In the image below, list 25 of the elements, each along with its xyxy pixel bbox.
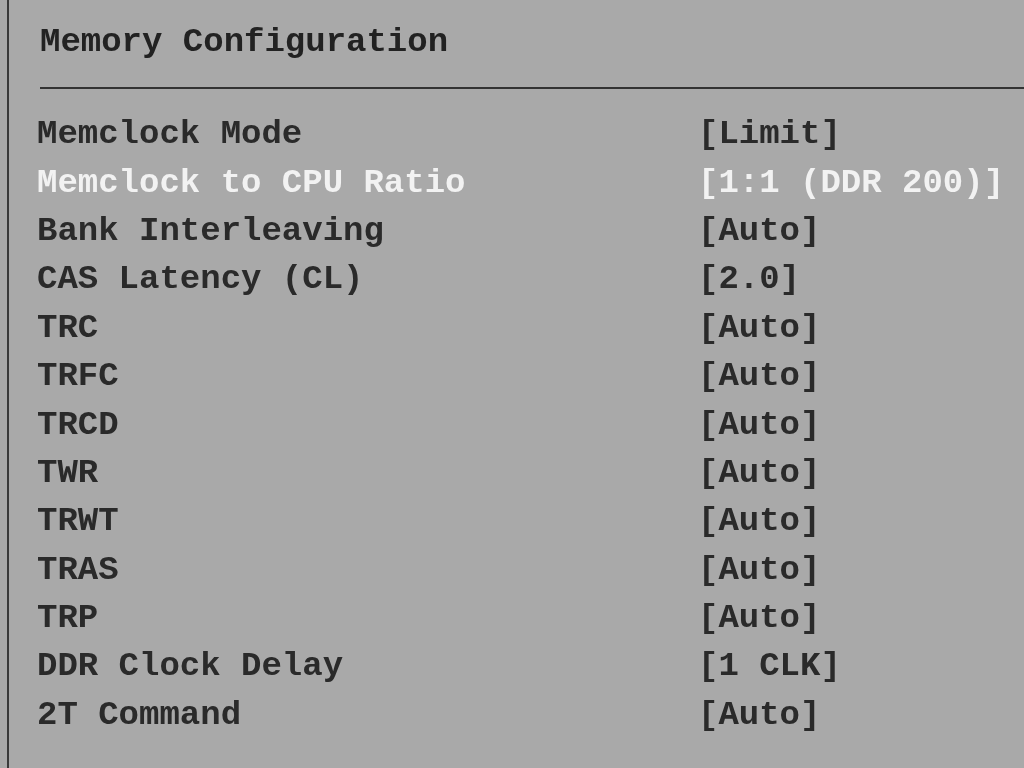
setting-label[interactable]: TRCD bbox=[37, 404, 698, 445]
setting-value[interactable]: [Auto] bbox=[698, 210, 821, 251]
setting-value[interactable]: [Auto] bbox=[698, 694, 821, 735]
setting-label[interactable]: TRFC bbox=[37, 356, 698, 397]
setting-label[interactable]: Bank Interleaving bbox=[37, 210, 698, 251]
setting-value[interactable]: [Limit] bbox=[698, 114, 841, 155]
setting-label[interactable]: 2T Command bbox=[37, 694, 698, 735]
setting-value[interactable]: [2.0] bbox=[698, 259, 801, 300]
setting-label[interactable]: TRWT bbox=[37, 501, 698, 542]
setting-label[interactable]: CAS Latency (CL) bbox=[37, 259, 698, 300]
setting-label[interactable]: TRC bbox=[37, 307, 698, 348]
page-title: Memory Configuration bbox=[40, 22, 449, 63]
setting-value[interactable]: [Auto] bbox=[698, 356, 821, 397]
setting-value[interactable]: [Auto] bbox=[698, 404, 821, 445]
setting-value[interactable]: [Auto] bbox=[698, 307, 821, 348]
setting-value[interactable]: [1 CLK] bbox=[698, 646, 841, 687]
setting-label[interactable]: TRP bbox=[37, 598, 698, 639]
setting-label[interactable]: TWR bbox=[37, 452, 698, 493]
setting-value[interactable]: [Auto] bbox=[698, 501, 821, 542]
setting-value[interactable]: [Auto] bbox=[698, 452, 821, 493]
setting-value[interactable]: [Auto] bbox=[698, 598, 821, 639]
setting-label[interactable]: DDR Clock Delay bbox=[37, 646, 698, 687]
setting-value[interactable]: [Auto] bbox=[698, 549, 821, 590]
setting-label[interactable]: Memclock Mode bbox=[37, 114, 698, 155]
setting-label[interactable]: TRAS bbox=[37, 549, 698, 590]
